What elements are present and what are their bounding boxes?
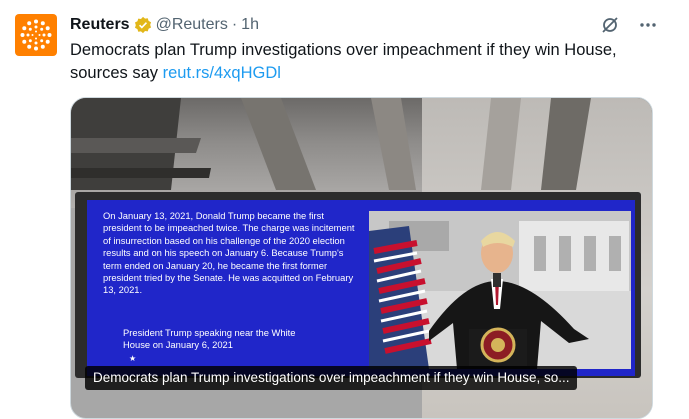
screen-text: On January 13, 2021, Donald Trump became… [103,210,355,296]
tweet[interactable]: Reuters @Reuters · 1h Democrats plan Tru… [0,0,689,419]
timestamp[interactable]: 1h [241,16,259,34]
tweet-header: Reuters @Reuters · 1h [70,14,259,36]
reuters-logo-icon [20,19,52,51]
account-name[interactable]: Reuters [70,16,130,34]
tweet-actions [599,14,659,36]
tweet-text: Democrats plan Trump investigations over… [70,39,670,85]
more-icon[interactable] [637,14,659,36]
reuters-avatar[interactable] [15,14,57,56]
separator-dot: · [231,16,238,33]
speaker-photo [369,211,631,369]
verified-badge-icon[interactable] [134,16,152,34]
star-icon: ★ [129,354,137,363]
account-handle[interactable]: @Reuters [156,16,228,34]
tweet-media[interactable]: On January 13, 2021, Donald Trump became… [70,97,653,419]
grok-icon[interactable] [599,14,621,36]
monitor-screen: On January 13, 2021, Donald Trump became… [87,200,635,376]
screen-caption: President Trump speaking near the White … [123,327,296,351]
tweet-link[interactable]: reut.rs/4xqHGDl [163,64,281,82]
tweet-body: Democrats plan Trump investigations over… [70,41,617,82]
display-monitor: On January 13, 2021, Donald Trump became… [75,192,641,378]
media-subtitle: Democrats plan Trump investigations over… [85,366,578,390]
